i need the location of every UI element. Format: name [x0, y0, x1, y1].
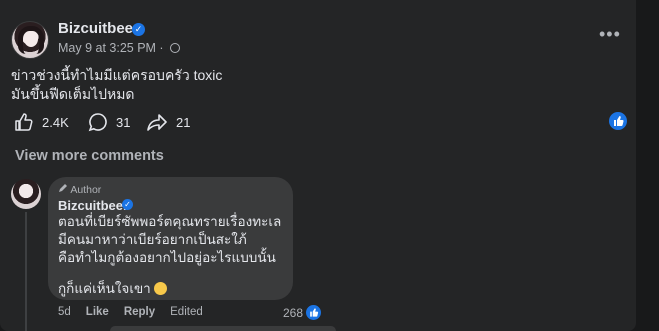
- comment-bubble-icon: [88, 113, 107, 132]
- comment-text: ตอนที่เบียร์ซัพพอร์ตคุณทรายเรื่องทะเล มี…: [58, 213, 281, 267]
- comment-reaction-number: 268: [283, 305, 304, 320]
- post-author-name[interactable]: Bizcuitbeer: [58, 20, 139, 37]
- reaction-like-icon[interactable]: [609, 112, 627, 130]
- share-arrow-icon: [147, 114, 167, 131]
- relieved-face-emoji-icon: [153, 282, 167, 295]
- comment-like-button[interactable]: Like: [86, 306, 109, 318]
- more-options-icon[interactable]: •••: [599, 25, 621, 43]
- pencil-icon: [59, 184, 67, 192]
- share-button[interactable]: 21: [146, 112, 190, 132]
- comment-text-last: กูก็แค่เห็นใจเขา: [58, 277, 167, 299]
- thread-line: [25, 212, 27, 331]
- like-count: 2.4K: [42, 114, 69, 130]
- post-meta: May 9 at 3:25 PM ·: [58, 41, 181, 55]
- like-button[interactable]: 2.4K: [14, 112, 69, 132]
- share-count: 21: [176, 114, 191, 130]
- comment-actions: 5d Like Reply Edited: [58, 306, 203, 318]
- view-more-comments-link[interactable]: View more comments: [15, 148, 164, 164]
- verified-badge-icon: ✓: [132, 23, 145, 36]
- comment-edited-label[interactable]: Edited: [170, 306, 203, 318]
- comment-text-line: มีคนมาหาว่าเบียร์อยากเป็นสะใภ้: [58, 232, 247, 247]
- post-text-line: มันขึ้นฟีดเต็มไปหมด: [11, 86, 135, 102]
- avatar-face: [24, 31, 38, 47]
- verified-badge-icon: ✓: [122, 199, 133, 210]
- comment-text-line: คือทำไมกูต้องอยากไปอยู่อะไรแบบนั้น: [58, 250, 276, 265]
- globe-icon: [170, 43, 181, 53]
- thumbs-up-icon: [15, 113, 33, 131]
- next-comment-bubble: [110, 326, 336, 331]
- reaction-like-icon: [306, 305, 322, 320]
- comment-text-line: กูก็แค่เห็นใจเขา: [58, 281, 151, 296]
- comment-avatar[interactable]: [11, 179, 41, 209]
- author-tag-label: Author: [70, 184, 102, 196]
- post-text-line: ข่าวช่วงนี้ทำไมมีแต่ครอบครัว toxic: [11, 67, 223, 83]
- comment-reply-button[interactable]: Reply: [124, 306, 155, 318]
- comment-button[interactable]: 31: [88, 112, 130, 132]
- comment-text-line: ตอนที่เบียร์ซัพพอร์ตคุณทรายเรื่องทะเล: [58, 214, 282, 229]
- author-tag: Author: [58, 183, 101, 196]
- author-avatar[interactable]: [11, 21, 49, 59]
- comment-author-name[interactable]: Bizcuitbeer: [58, 198, 128, 213]
- post-card: Bizcuitbeer ✓ May 9 at 3:25 PM · ••• ข่า…: [0, 0, 636, 331]
- post-timestamp[interactable]: May 9 at 3:25 PM ·: [58, 41, 167, 55]
- post-text: ข่าวช่วงนี้ทำไมมีแต่ครอบครัว toxic มันขึ…: [11, 66, 222, 104]
- comment-time[interactable]: 5d: [58, 306, 71, 318]
- comment-count: 31: [116, 114, 131, 130]
- comment-reaction-count[interactable]: 268: [283, 305, 322, 320]
